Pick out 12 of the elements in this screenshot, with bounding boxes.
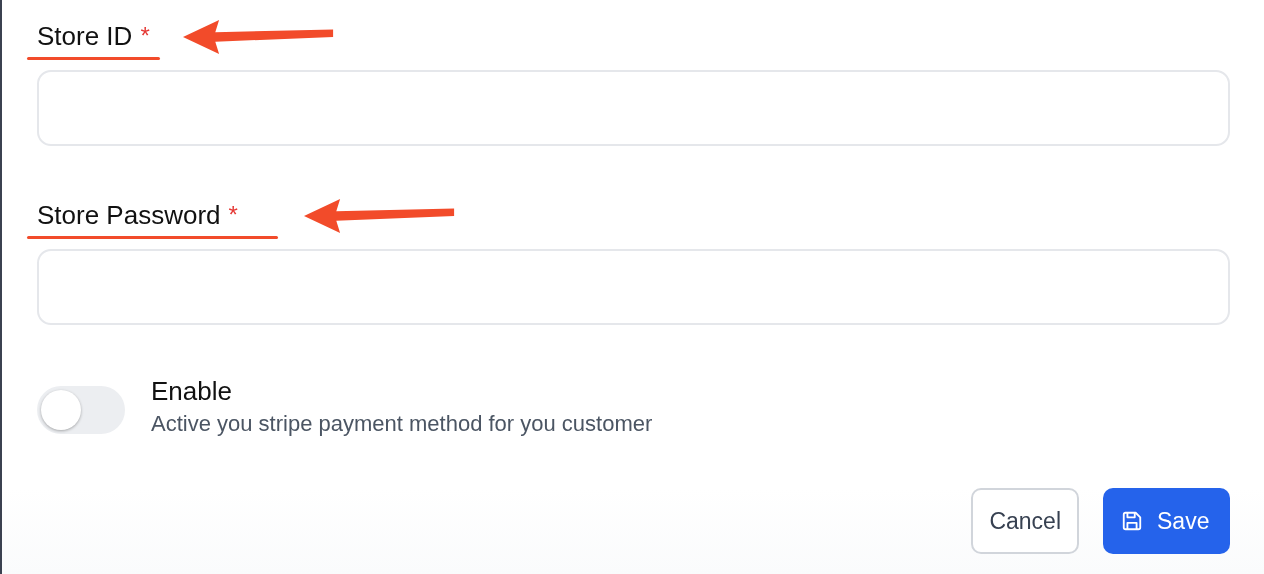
save-icon [1121,510,1143,532]
toggle-title: Enable [151,375,233,408]
toggle-description: Active you stripe payment method for you customer [151,410,653,438]
toggle-switch[interactable] [37,386,125,434]
required-mark: * [228,201,238,229]
input-field[interactable] [37,70,1230,146]
input-field[interactable] [37,249,1230,325]
field-label: Store Password [37,199,221,231]
field-label: Store ID [37,20,133,52]
cancel-button[interactable]: Cancel [971,488,1079,554]
save-button[interactable]: Save [1103,488,1230,554]
required-mark: * [140,22,150,50]
